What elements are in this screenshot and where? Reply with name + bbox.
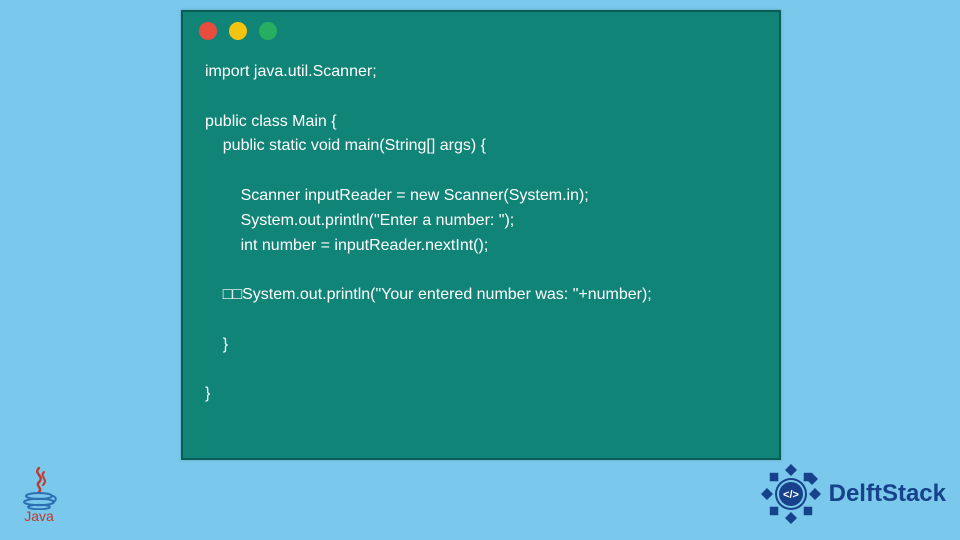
java-logo: Java — [16, 466, 62, 530]
java-logo-label: Java — [24, 508, 54, 524]
delftstack-logo-label: DelftStack — [829, 480, 946, 508]
delftstack-emblem-icon: </> — [759, 462, 823, 526]
delftstack-logo: </> DelftStack — [759, 462, 946, 526]
maximize-dot-icon — [259, 22, 277, 40]
minimize-dot-icon — [229, 22, 247, 40]
code-content: import java.util.Scanner; public class M… — [183, 50, 779, 417]
svg-text:</>: </> — [783, 489, 799, 501]
java-cup-icon — [19, 466, 59, 510]
close-dot-icon — [199, 22, 217, 40]
window-titlebar — [183, 12, 779, 50]
code-window: import java.util.Scanner; public class M… — [181, 10, 781, 460]
